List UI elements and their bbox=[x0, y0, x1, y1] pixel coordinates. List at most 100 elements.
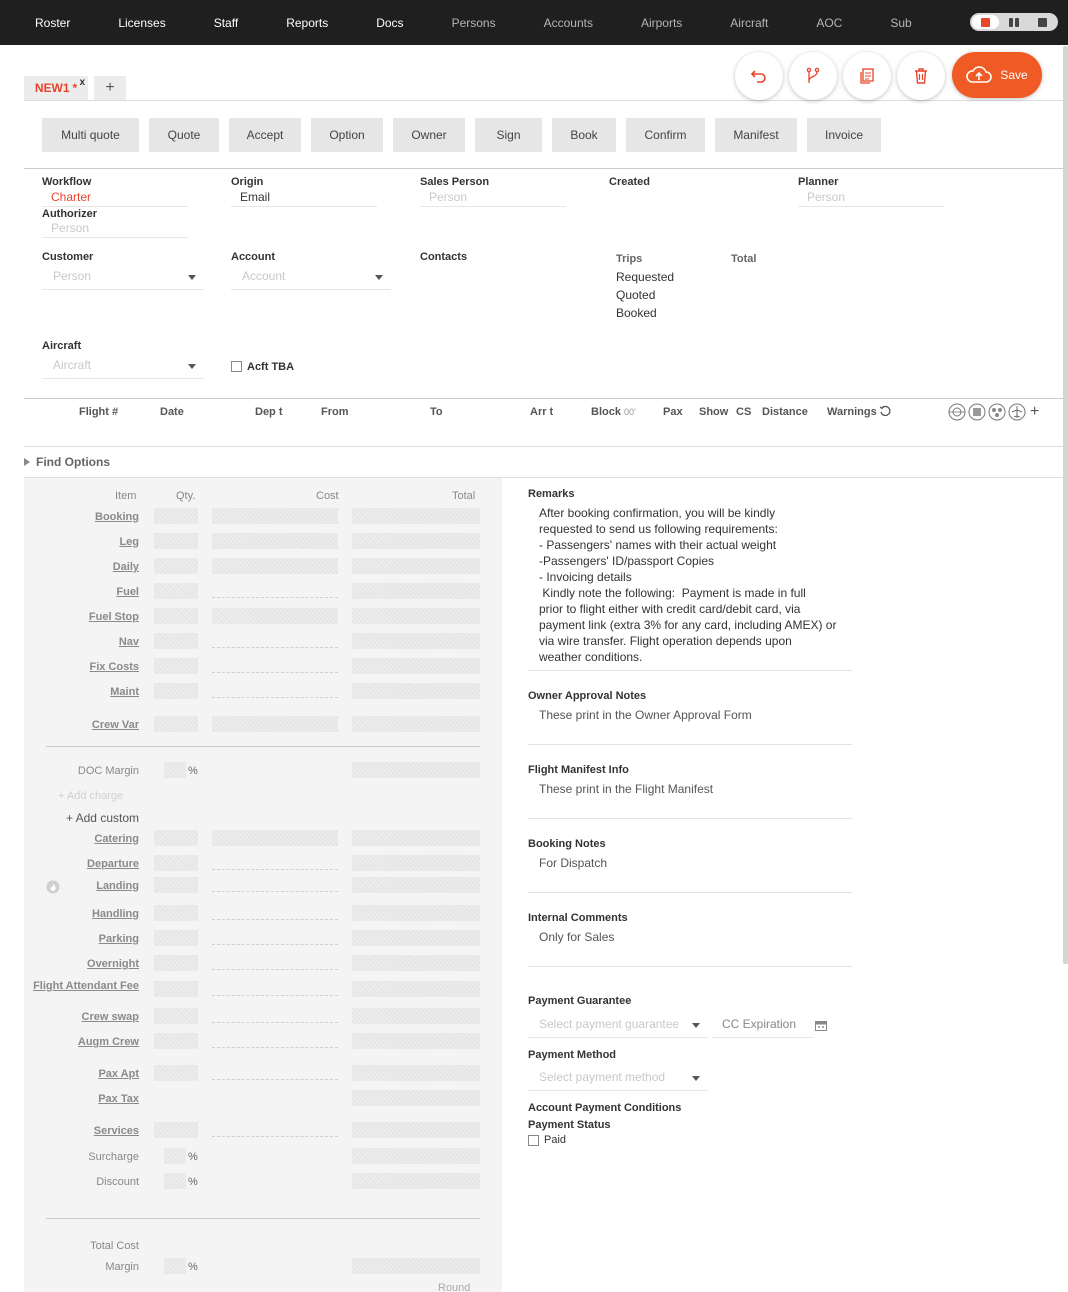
authorizer-field[interactable]: Person bbox=[42, 221, 188, 238]
nav-aoc[interactable]: AOC bbox=[792, 16, 866, 30]
confirm-button[interactable]: Confirm bbox=[626, 118, 705, 152]
multi-quote-button[interactable]: Multi quote bbox=[42, 118, 139, 152]
manifest-info-field[interactable]: These print in the Flight Manifest bbox=[539, 781, 713, 797]
calendar-icon[interactable] bbox=[815, 1020, 827, 1031]
crew-var-cost-field[interactable] bbox=[212, 716, 338, 732]
handling-cost-field[interactable] bbox=[212, 919, 338, 920]
surcharge-field[interactable] bbox=[164, 1148, 186, 1164]
refresh-warnings-button[interactable] bbox=[879, 405, 892, 418]
airplane-icon[interactable] bbox=[1008, 403, 1026, 421]
booking-cost-field[interactable] bbox=[212, 508, 338, 524]
add-charge-button[interactable]: + Add charge bbox=[58, 790, 123, 802]
pricing-item-parking[interactable]: Parking bbox=[99, 934, 139, 945]
add-custom-button[interactable]: + Add custom bbox=[66, 811, 139, 825]
sign-button[interactable]: Sign bbox=[475, 118, 542, 152]
page-scrollbar[interactable] bbox=[1063, 46, 1068, 964]
doc-margin-field[interactable] bbox=[164, 762, 186, 778]
fuel-qty-field[interactable] bbox=[154, 583, 198, 599]
pricing-item-landing[interactable]: Landing bbox=[96, 881, 139, 892]
leg-cost-field[interactable] bbox=[212, 533, 338, 549]
booking-notes-field[interactable]: For Dispatch bbox=[539, 855, 607, 871]
pricing-item-crew-var[interactable]: Crew Var bbox=[92, 720, 139, 731]
owner-button[interactable]: Owner bbox=[393, 118, 465, 152]
invoice-button[interactable]: Invoice bbox=[807, 118, 881, 152]
pricing-item-augm-crew[interactable]: Augm Crew bbox=[78, 1037, 139, 1048]
nav-qty-field[interactable] bbox=[154, 633, 198, 649]
pricing-item-fuel-stop[interactable]: Fuel Stop bbox=[89, 612, 139, 623]
departure-qty-field[interactable] bbox=[154, 855, 198, 871]
handling-qty-field[interactable] bbox=[154, 905, 198, 921]
services-qty-field[interactable] bbox=[154, 1122, 198, 1138]
origin-field[interactable]: Email bbox=[231, 190, 377, 207]
nav-cost-field[interactable] bbox=[212, 647, 338, 648]
maint-qty-field[interactable] bbox=[154, 683, 198, 699]
fix-costs-qty-field[interactable] bbox=[154, 658, 198, 674]
copy-button[interactable] bbox=[843, 52, 891, 100]
manifest-button[interactable]: Manifest bbox=[715, 118, 797, 152]
flight-attendant-qty-field[interactable] bbox=[154, 981, 198, 997]
booking-qty-field[interactable] bbox=[154, 508, 198, 524]
payment-method-select[interactable]: Select payment method bbox=[528, 1067, 708, 1091]
payment-guarantee-select[interactable]: Select payment guarantee bbox=[528, 1014, 708, 1038]
pricing-item-crew-swap[interactable]: Crew swap bbox=[82, 1012, 139, 1023]
pricing-item-maint[interactable]: Maint bbox=[110, 687, 139, 698]
book-button[interactable]: Book bbox=[552, 118, 616, 152]
find-options-toggle[interactable]: Find Options bbox=[24, 455, 110, 469]
catering-cost-field[interactable] bbox=[212, 830, 338, 846]
pricing-item-departure[interactable]: Departure bbox=[87, 859, 139, 870]
nav-sub[interactable]: Sub bbox=[866, 16, 935, 30]
delete-button[interactable] bbox=[897, 52, 945, 100]
passengers-icon[interactable] bbox=[988, 403, 1006, 421]
fuel-stop-qty-field[interactable] bbox=[154, 608, 198, 624]
maint-cost-field[interactable] bbox=[212, 697, 338, 698]
add-tab-button[interactable]: + bbox=[94, 76, 126, 100]
margin-field[interactable] bbox=[164, 1258, 186, 1274]
nav-staff[interactable]: Staff bbox=[190, 16, 262, 30]
crew-swap-cost-field[interactable] bbox=[212, 1022, 338, 1023]
aircraft-select[interactable]: Aircraft bbox=[42, 355, 204, 379]
pricing-item-pax-apt[interactable]: Pax Apt bbox=[98, 1069, 139, 1080]
pricing-item-services[interactable]: Services bbox=[94, 1126, 139, 1137]
nav-roster[interactable]: Roster bbox=[0, 16, 94, 30]
pricing-item-flight-attendant-fee[interactable]: Flight Attendant Fee bbox=[29, 981, 139, 992]
pricing-item-leg[interactable]: Leg bbox=[119, 537, 139, 548]
layout-toggle-single[interactable] bbox=[972, 15, 999, 29]
tab-new1[interactable]: NEW1 * x bbox=[24, 76, 88, 100]
owner-notes-field[interactable]: These print in the Owner Approval Form bbox=[539, 707, 752, 723]
leg-qty-field[interactable] bbox=[154, 533, 198, 549]
pax-apt-qty-field[interactable] bbox=[154, 1065, 198, 1081]
pricing-item-fix-costs[interactable]: Fix Costs bbox=[89, 662, 139, 673]
remarks-field[interactable]: After booking confirmation, you will be … bbox=[539, 505, 849, 665]
flight-attendant-cost-field[interactable] bbox=[212, 995, 338, 996]
globe-icon[interactable] bbox=[948, 403, 966, 421]
overnight-qty-field[interactable] bbox=[154, 955, 198, 971]
daily-cost-field[interactable] bbox=[212, 558, 338, 574]
pricing-item-daily[interactable]: Daily bbox=[113, 562, 139, 573]
internal-comments-field[interactable]: Only for Sales bbox=[539, 929, 614, 945]
augm-crew-qty-field[interactable] bbox=[154, 1033, 198, 1049]
round-button[interactable]: Round bbox=[438, 1282, 470, 1292]
landing-qty-field[interactable] bbox=[154, 877, 198, 893]
nav-accounts[interactable]: Accounts bbox=[520, 16, 617, 30]
pricing-item-handling[interactable]: Handling bbox=[92, 909, 139, 920]
nav-persons[interactable]: Persons bbox=[428, 16, 520, 30]
quote-button[interactable]: Quote bbox=[149, 118, 219, 152]
fuel-stop-cost-field[interactable] bbox=[212, 608, 338, 624]
planner-field[interactable]: Person bbox=[798, 190, 944, 207]
undo-button[interactable] bbox=[735, 52, 783, 100]
sales-person-field[interactable]: Person bbox=[420, 190, 566, 207]
nav-docs[interactable]: Docs bbox=[352, 16, 427, 30]
pricing-item-overnight[interactable]: Overnight bbox=[87, 959, 139, 970]
tab-close-icon[interactable]: x bbox=[79, 77, 85, 88]
nav-reports[interactable]: Reports bbox=[262, 16, 352, 30]
paid-checkbox[interactable] bbox=[528, 1135, 539, 1146]
option-button[interactable]: Option bbox=[311, 118, 383, 152]
nav-licenses[interactable]: Licenses bbox=[94, 16, 189, 30]
workflow-field[interactable]: Charter bbox=[42, 190, 188, 207]
acft-tba-checkbox[interactable] bbox=[231, 361, 242, 372]
pricing-item-catering[interactable]: Catering bbox=[94, 834, 139, 845]
account-select[interactable]: Account bbox=[231, 266, 391, 290]
save-button[interactable]: Save bbox=[952, 52, 1042, 98]
crew-var-qty-field[interactable] bbox=[154, 716, 198, 732]
accept-button[interactable]: Accept bbox=[229, 118, 301, 152]
